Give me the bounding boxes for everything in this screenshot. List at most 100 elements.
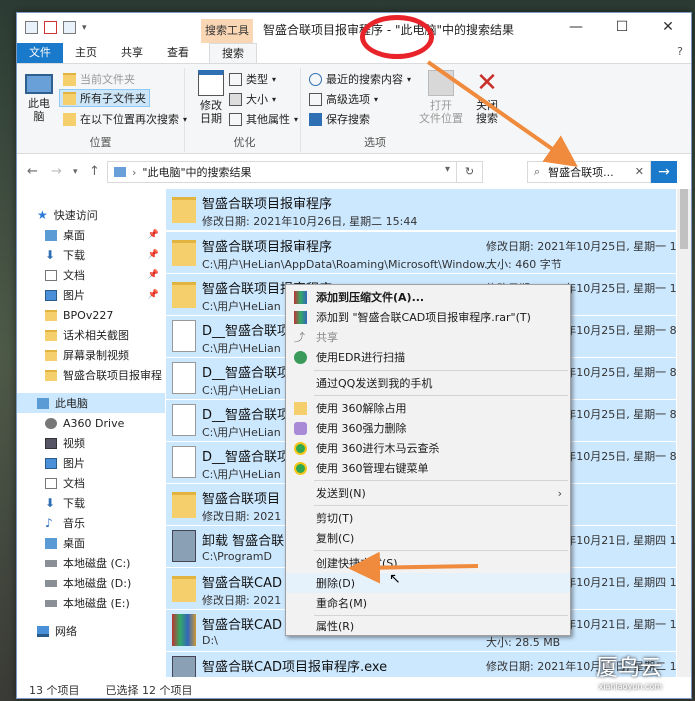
menu-item-360-manage-menu[interactable]: 使用 360管理右键菜单 [286, 458, 570, 478]
menu-item-label: 删除(D) [316, 577, 356, 590]
tab-home[interactable]: 主页 [63, 43, 109, 63]
sidebar-pc-downloads[interactable]: ⬇ 下载 [17, 493, 165, 513]
advanced-options-button[interactable]: 高级选项 ▾ [309, 90, 378, 108]
folder-icon [45, 329, 57, 341]
download-icon: ⬇ [45, 495, 56, 510]
other-properties-button[interactable]: 其他属性 ▾ [229, 110, 298, 128]
this-pc-button[interactable]: 此电 脑 [19, 70, 59, 123]
tab-share[interactable]: 共享 [109, 43, 155, 63]
sidebar-item-bpov227[interactable]: BPOv227 [17, 305, 165, 325]
customize-toolbar-icon[interactable]: ▾ [82, 23, 87, 33]
chevron-down-icon: ▾ [272, 74, 277, 84]
sidebar-item-screenshots[interactable]: 话术相关截图 [17, 325, 165, 345]
refresh-icon[interactable]: ↻ [456, 162, 482, 182]
menu-item-send-to[interactable]: 发送到(N) › [286, 483, 570, 503]
file-name: 智盛合联项目报审程序 [202, 197, 333, 212]
up-arrow-icon[interactable]: ↑ [89, 164, 100, 179]
file-size: 大小: 28.5 MB [486, 676, 560, 677]
help-icon[interactable]: ? [677, 45, 683, 58]
file-row[interactable]: 智盛合联项目报审程序 修改日期: 2021年10月26日, 星期二 15:44 [166, 189, 676, 230]
address-dropdown-icon[interactable]: ▾ [445, 164, 450, 175]
advanced-icon [309, 92, 322, 106]
kind-button[interactable]: 类型 ▾ [229, 70, 276, 88]
folder-icon[interactable] [25, 21, 38, 34]
size-button[interactable]: 大小 ▾ [229, 90, 276, 108]
recent-searches-button[interactable]: 最近的搜索内容 ▾ [309, 70, 411, 88]
sidebar-item-label: A360 Drive [63, 416, 125, 430]
sidebar-item-project[interactable]: 智盛合联项目报审程 [17, 365, 165, 385]
new-folder-icon[interactable] [63, 21, 76, 34]
sidebar-item-downloads[interactable]: ⬇ 下载 📌 [17, 245, 165, 265]
sidebar-pc-drive-e[interactable]: 本地磁盘 (E:) [17, 593, 165, 613]
back-arrow-icon[interactable]: ← [27, 164, 38, 179]
sidebar-item-label: 屏幕录制视频 [63, 349, 129, 362]
tab-view[interactable]: 查看 [155, 43, 201, 63]
chevron-down-icon: ▾ [272, 94, 277, 104]
save-search-button[interactable]: 保存搜索 [309, 110, 370, 128]
file-path: 修改日期: 2021 [202, 594, 282, 607]
maximize-button[interactable]: ☐ [599, 13, 645, 43]
menu-item-cut[interactable]: 剪切(T) [286, 508, 570, 528]
menu-item-rename[interactable]: 重命名(M) [286, 593, 570, 613]
clear-search-icon[interactable]: ✕ [635, 165, 644, 178]
close-search-button[interactable]: ✕ 关闭 搜索 [467, 70, 507, 125]
sidebar-pc-a360[interactable]: A360 Drive [17, 413, 165, 433]
properties-check-icon[interactable] [44, 21, 57, 34]
tab-file[interactable]: 文件 [17, 43, 63, 63]
menu-separator [314, 480, 568, 481]
sidebar-item-desktop[interactable]: 桌面 📌 [17, 225, 165, 245]
menu-item-label: 使用 360管理右键菜单 [316, 462, 429, 475]
sidebar-quick-access[interactable]: ★ 快速访问 [17, 205, 165, 225]
tab-search[interactable]: 搜索 [209, 43, 257, 63]
sidebar-pc-desktop[interactable]: 桌面 [17, 533, 165, 553]
sidebar-item-pictures[interactable]: 图片 📌 [17, 285, 165, 305]
sidebar-pc-drive-d[interactable]: 本地磁盘 (D:) [17, 573, 165, 593]
recent-locations-chevron-icon[interactable]: ▾ [73, 167, 78, 177]
file-icon [172, 446, 196, 478]
sidebar-pc-videos[interactable]: 视频 [17, 433, 165, 453]
menu-item-360-force-delete[interactable]: 使用 360强力删除 [286, 418, 570, 438]
sidebar-pc-drive-c[interactable]: 本地磁盘 (C:) [17, 553, 165, 573]
current-folder-button[interactable]: 当前文件夹 [63, 70, 135, 88]
sidebar-pc-documents[interactable]: 文档 [17, 473, 165, 493]
menu-item-delete[interactable]: 删除(D) [286, 573, 570, 593]
sidebar-item-label: 本地磁盘 (E:) [63, 597, 130, 610]
search-box[interactable]: ⌕ 智盛合联项... ✕ [527, 161, 651, 183]
sidebar-pc-music[interactable]: ♪ 音乐 [17, 513, 165, 533]
folder-icon [45, 349, 57, 361]
recent-searches-label: 最近的搜索内容 [326, 73, 403, 86]
menu-item-properties[interactable]: 属性(R) [286, 616, 570, 636]
sidebar-network[interactable]: 网络 [17, 621, 165, 641]
menu-item-add-to-rar[interactable]: 添加到 "智盛合联CAD项目报审程序.rar"(T) [286, 307, 570, 327]
menu-item-create-shortcut[interactable]: 创建快捷方式(S) [286, 553, 570, 573]
address-bar[interactable]: › "此电脑"中的搜索结果 ▾ ↻ [107, 161, 483, 183]
watermark-subtext: xianiaoyun.com [598, 682, 663, 691]
sidebar-item-documents[interactable]: 文档 📌 [17, 265, 165, 285]
open-file-location-button[interactable]: 打开 文件位置 [417, 70, 465, 125]
forward-arrow-icon[interactable]: → [51, 164, 62, 179]
all-subfolders-button[interactable]: 所有子文件夹 [59, 89, 150, 107]
menu-item-360-unlock[interactable]: 使用 360解除占用 [286, 398, 570, 418]
date-modified-button[interactable]: 修改 日期 [191, 70, 231, 125]
menu-item-add-to-archive[interactable]: 添加到压缩文件(A)... [286, 287, 570, 307]
search-go-button[interactable]: → [651, 161, 677, 183]
menu-item-qq-send[interactable]: 通过QQ发送到我的手机 [286, 373, 570, 393]
menu-item-edr-scan[interactable]: 使用EDR进行扫描 [286, 347, 570, 367]
sidebar-pc-pictures[interactable]: 图片 [17, 453, 165, 473]
menu-item-copy[interactable]: 复制(C) [286, 528, 570, 548]
menu-item-share[interactable]: ⤴ 共享 [286, 327, 570, 347]
menu-item-360-trojan-scan[interactable]: 使用 360进行木马云查杀 [286, 438, 570, 458]
close-button[interactable]: ✕ [645, 13, 691, 43]
folder-icon [63, 72, 76, 86]
sidebar-item-label: 图片 [63, 457, 85, 470]
group-title-options: 选项 [364, 136, 386, 149]
search-again-button[interactable]: 在以下位置再次搜索 ▾ [63, 110, 187, 128]
sidebar-this-pc[interactable]: 此电脑 [17, 393, 165, 413]
file-path: 修改日期: 2021 [202, 510, 282, 523]
file-path: C:\ProgramD [202, 550, 272, 563]
scrollbar-thumb[interactable] [680, 189, 688, 249]
file-row[interactable]: 智盛合联项目报审程序 C:\用户\HeLian\AppData\Roaming\M… [166, 232, 676, 273]
vertical-scrollbar[interactable] [677, 189, 691, 677]
sidebar-item-recordings[interactable]: 屏幕录制视频 [17, 345, 165, 365]
minimize-button[interactable]: — [553, 13, 599, 43]
